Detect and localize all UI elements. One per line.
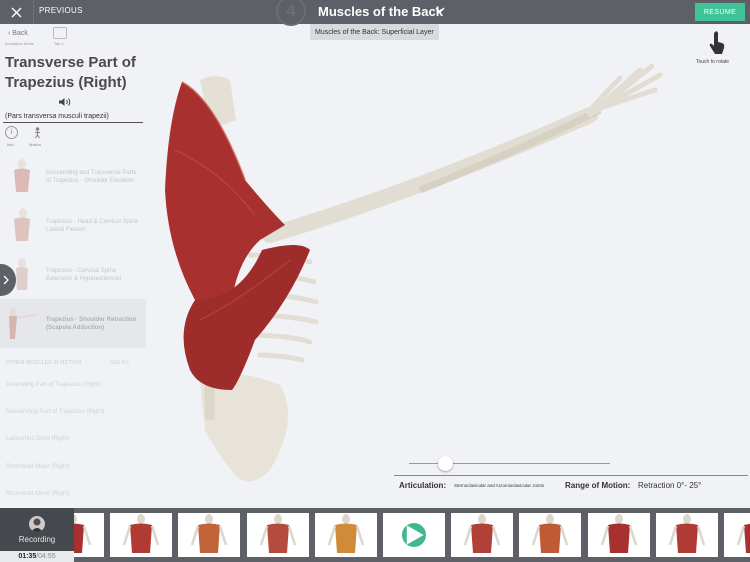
thumbnail[interactable] [724, 513, 750, 557]
motion-item-label: Trapezius - Head & Cervical Spine Latera… [46, 218, 138, 233]
other-muscle-item[interactable]: Rhomboid Major (Right) [6, 464, 70, 470]
other-muscle-item[interactable]: Ascending Part of Trapezius (Right) [6, 382, 101, 388]
playback-time: 01:35/04:55 [0, 551, 74, 562]
current-time: 01:35 [18, 553, 37, 560]
info-label: Info [7, 142, 14, 147]
previous-button[interactable]: PREVIOUS [39, 6, 83, 15]
thumbnail-image [259, 514, 296, 553]
play-icon [406, 525, 424, 545]
thumbnail[interactable] [451, 513, 514, 557]
info-button[interactable]: i [5, 126, 18, 139]
muscle-name: Transverse Part of Trapezius (Right) [5, 54, 136, 91]
thumbnail-image [532, 514, 569, 553]
3d-model-viewport[interactable] [146, 40, 750, 508]
motion-thumbnail [3, 204, 41, 248]
range-of-motion-label: Range of Motion: [565, 481, 631, 490]
motion-item-label: Descending and Transverse Parts of Trape… [46, 169, 137, 184]
articulation-value: Sternoclavicular and Acromioclavicular J… [454, 483, 545, 488]
layer-label: Muscles of the Back: Superficial Layer [310, 24, 439, 40]
thumbnail[interactable] [587, 513, 650, 557]
other-muscles-header: OTHER MUSCLES IN MOTION [6, 360, 82, 366]
thumbnail[interactable] [110, 513, 173, 557]
chevron-right-icon [3, 275, 9, 285]
motion-thumbnail [3, 302, 41, 346]
back-button[interactable]: ‹ Back [8, 30, 28, 37]
resume-button[interactable]: RESUME [695, 3, 745, 21]
motion-item-label: Trapezius - Shoulder Retraction (Scapula… [46, 316, 137, 331]
thumbnail[interactable] [178, 513, 241, 557]
motion-item[interactable]: Descending and Transverse Parts of Trape… [0, 152, 146, 201]
motion-item[interactable]: Trapezius - Head & Cervical Spine Latera… [0, 201, 146, 250]
touch-hand-icon [709, 31, 725, 54]
thumbnail-image [191, 514, 228, 553]
see-all-link[interactable]: SEE ALL [110, 360, 130, 366]
back-label: Back [12, 30, 28, 37]
divider [394, 475, 748, 476]
thumbnail-image [736, 523, 750, 553]
range-of-motion-value: Retraction 0°- 25° [638, 481, 702, 490]
motion-item[interactable]: Trapezius - Cervical Spine Extension & H… [0, 250, 146, 299]
close-button[interactable] [0, 0, 34, 24]
chevron-down-icon[interactable] [435, 5, 445, 15]
other-muscle-item[interactable]: Descending Part of Trapezius (Right) [6, 409, 104, 415]
recording-panel[interactable]: Recording 01:35/04:55 [0, 508, 74, 562]
motion-item-active[interactable]: Trapezius - Shoulder Retraction (Scapula… [0, 299, 146, 348]
recording-label: Recording [18, 535, 56, 544]
thumbnail[interactable] [246, 513, 309, 557]
thumbnail-active[interactable] [383, 513, 445, 557]
thumbnail[interactable] [314, 513, 377, 557]
motion-list: Descending and Transverse Parts of Trape… [0, 152, 146, 348]
info-icon: i [10, 129, 13, 136]
tab-icon[interactable] [53, 27, 67, 39]
thumbnail[interactable] [655, 513, 718, 557]
avatar [29, 516, 45, 532]
latin-name: (Pars transversa musculi trapezii) [5, 113, 109, 120]
page-title[interactable]: Muscles of the Back [318, 4, 443, 19]
tab-sublabel: Tab 1 [54, 41, 64, 46]
thumbnail[interactable] [519, 513, 582, 557]
bottom-bar: Recording 01:35/04:55 [0, 508, 750, 562]
speaker-icon[interactable] [58, 97, 72, 107]
top-bar: PREVIOUS 4 Muscles of the Back RESUME [0, 0, 750, 26]
other-muscle-item[interactable]: Latissimus Dorsi (Right) [6, 436, 70, 442]
motion-label: Motion [29, 142, 42, 147]
motion-item-label: Trapezius - Cervical Spine Extension & H… [46, 267, 122, 282]
motion-icon[interactable] [31, 126, 44, 139]
other-muscle-item[interactable]: Rhomboid Minor (Right) [6, 491, 70, 497]
motion-thumbnail [3, 155, 41, 199]
back-sublabel: Animation Mode [5, 41, 34, 46]
close-icon [11, 7, 22, 17]
thumbnail-image [463, 514, 501, 553]
thumbnail-image [327, 514, 364, 553]
sidebar: ‹ Back Animation Mode Tab 1 Transverse P… [0, 24, 146, 508]
divider [3, 122, 143, 123]
thumbnail-image [122, 514, 160, 553]
play-button[interactable] [402, 523, 426, 547]
articulation-label: Articulation: [399, 481, 447, 490]
step-number-badge: 4 [276, 0, 306, 26]
touch-to-rotate-label: Touch to rotate [696, 59, 730, 65]
thumbnail-image [600, 514, 637, 553]
thumbnail-image [668, 514, 705, 553]
total-time: /04:55 [36, 553, 56, 560]
